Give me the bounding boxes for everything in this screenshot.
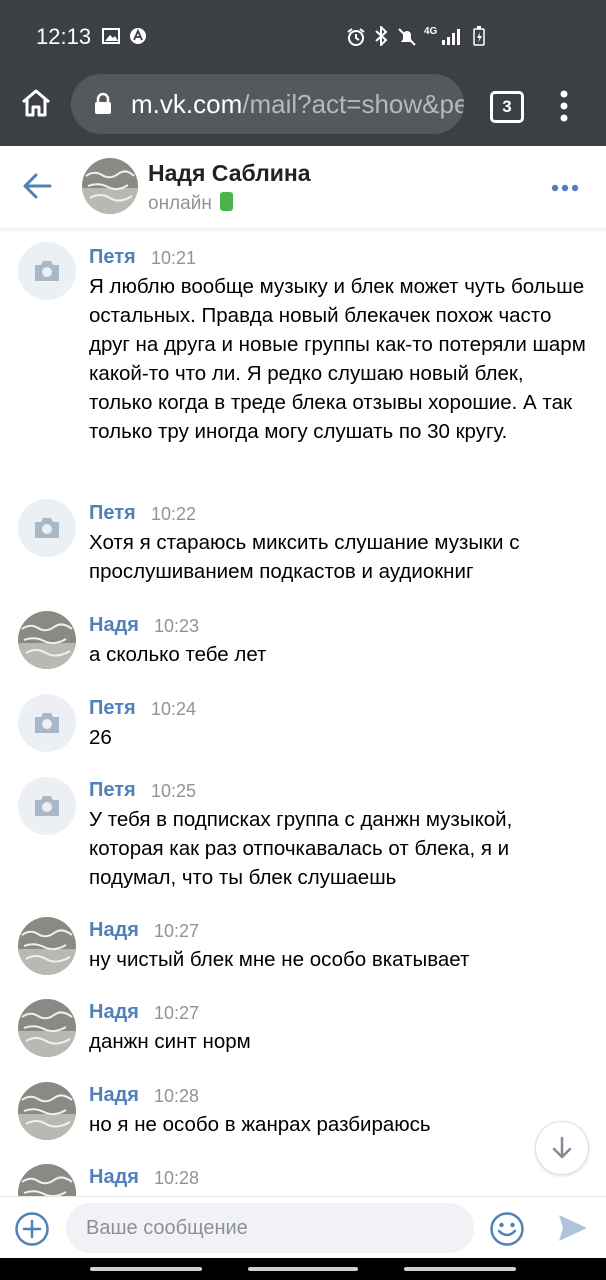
message-text: Я люблю вообще музыку и блек может чуть … <box>89 275 586 443</box>
camera-icon <box>35 713 59 733</box>
send-icon[interactable] <box>557 1213 589 1243</box>
message-time: 10:28 <box>154 1086 200 1106</box>
sender-avatar[interactable] <box>18 611 76 669</box>
chat-title: Надя Саблина <box>148 160 311 186</box>
arrow-down-icon <box>552 1136 572 1159</box>
sender-avatar[interactable] <box>18 499 76 557</box>
chat-header: Надя Саблина онлайн <box>0 146 606 228</box>
message-author[interactable]: Петя <box>89 697 136 720</box>
sender-avatar[interactable] <box>18 777 76 835</box>
camera-icon <box>35 796 59 816</box>
lock-icon <box>95 92 111 114</box>
gallery-icon <box>102 28 120 44</box>
message-composer <box>0 1196 606 1259</box>
network-type: 4G <box>424 26 438 37</box>
url-domain: m.vk.com <box>131 89 243 119</box>
message-time: 10:27 <box>154 1003 200 1023</box>
message-author[interactable]: Надя <box>89 614 139 637</box>
camera-icon <box>35 261 59 281</box>
sender-avatar[interactable] <box>18 242 76 300</box>
online-status: онлайн <box>148 192 233 215</box>
message-text: ну чистый блек мне не особо вкатывает <box>89 948 470 971</box>
message-author[interactable]: Петя <box>89 502 136 525</box>
signal-icon <box>442 29 460 45</box>
assistant-icon <box>130 28 146 44</box>
sender-avatar[interactable] <box>18 694 76 752</box>
message-text: а сколько тебе лет <box>89 643 267 666</box>
menu-dots-icon[interactable] <box>558 89 570 123</box>
message-text: данжн синт норм <box>89 1030 251 1053</box>
avatar-photo <box>18 999 76 1057</box>
message-author[interactable]: Надя <box>89 1166 139 1189</box>
mobile-online-icon <box>219 192 233 211</box>
message-text: 26 <box>89 726 112 749</box>
nav-back-button[interactable] <box>404 1267 516 1271</box>
message-time: 10:27 <box>154 921 200 941</box>
message-time: 10:28 <box>154 1168 200 1188</box>
browser-toolbar: m.vk.com/mail?act=show&peer= 3 <box>0 66 606 146</box>
message-author[interactable]: Петя <box>89 246 136 269</box>
avatar-photo <box>18 1082 76 1140</box>
avatar-photo <box>18 1164 76 1196</box>
tab-switcher-button[interactable]: 3 <box>490 91 524 123</box>
emoji-icon[interactable] <box>489 1211 525 1247</box>
avatar-photo <box>18 611 76 669</box>
more-icon[interactable] <box>551 184 579 192</box>
status-time: 12:13 <box>36 24 92 49</box>
message-time: 10:21 <box>151 248 197 268</box>
mute-icon <box>398 28 416 46</box>
message-time: 10:24 <box>151 699 197 719</box>
home-icon[interactable] <box>20 88 52 118</box>
sender-avatar[interactable] <box>18 1164 76 1196</box>
message-text: но я не особо в жанрах разбираюсь <box>89 1113 431 1136</box>
message-input[interactable] <box>66 1203 474 1253</box>
camera-icon <box>35 518 59 538</box>
message-time: 10:25 <box>151 781 197 801</box>
nav-home-button[interactable] <box>248 1267 358 1271</box>
bluetooth-icon <box>375 26 388 46</box>
address-bar[interactable]: m.vk.com/mail?act=show&peer= <box>71 74 464 134</box>
sender-avatar[interactable] <box>18 999 76 1057</box>
add-icon[interactable] <box>14 1211 50 1247</box>
status-bar: 12:13 4G <box>0 0 606 66</box>
url-text: m.vk.com/mail?act=show&peer= <box>131 89 464 120</box>
sender-avatar[interactable] <box>18 917 76 975</box>
avatar-photo <box>82 158 138 214</box>
alarm-icon <box>347 28 365 46</box>
chat-avatar[interactable] <box>82 158 138 214</box>
battery-icon <box>473 26 485 46</box>
avatar-photo <box>18 917 76 975</box>
message-author[interactable]: Надя <box>89 1084 139 1107</box>
message-text: У тебя в подписках группа с данжн музыко… <box>89 808 513 889</box>
back-arrow-icon[interactable] <box>22 172 54 200</box>
scroll-down-button[interactable] <box>535 1121 589 1175</box>
message-author[interactable]: Надя <box>89 1001 139 1024</box>
nav-recent-button[interactable] <box>90 1267 202 1271</box>
message-author[interactable]: Петя <box>89 779 136 802</box>
message-text: Хотя я стараюсь миксить слушание музыки … <box>89 531 520 583</box>
system-nav-bar <box>0 1258 606 1280</box>
message-list[interactable]: Петя 10:21 Я люблю вообще музыку и блек … <box>0 228 606 1196</box>
url-path: /mail?act=show&peer= <box>242 89 464 119</box>
message-author[interactable]: Надя <box>89 919 139 942</box>
message-time: 10:23 <box>154 616 200 636</box>
message-time: 10:22 <box>151 504 197 524</box>
sender-avatar[interactable] <box>18 1082 76 1140</box>
online-status-text: онлайн <box>148 193 212 214</box>
